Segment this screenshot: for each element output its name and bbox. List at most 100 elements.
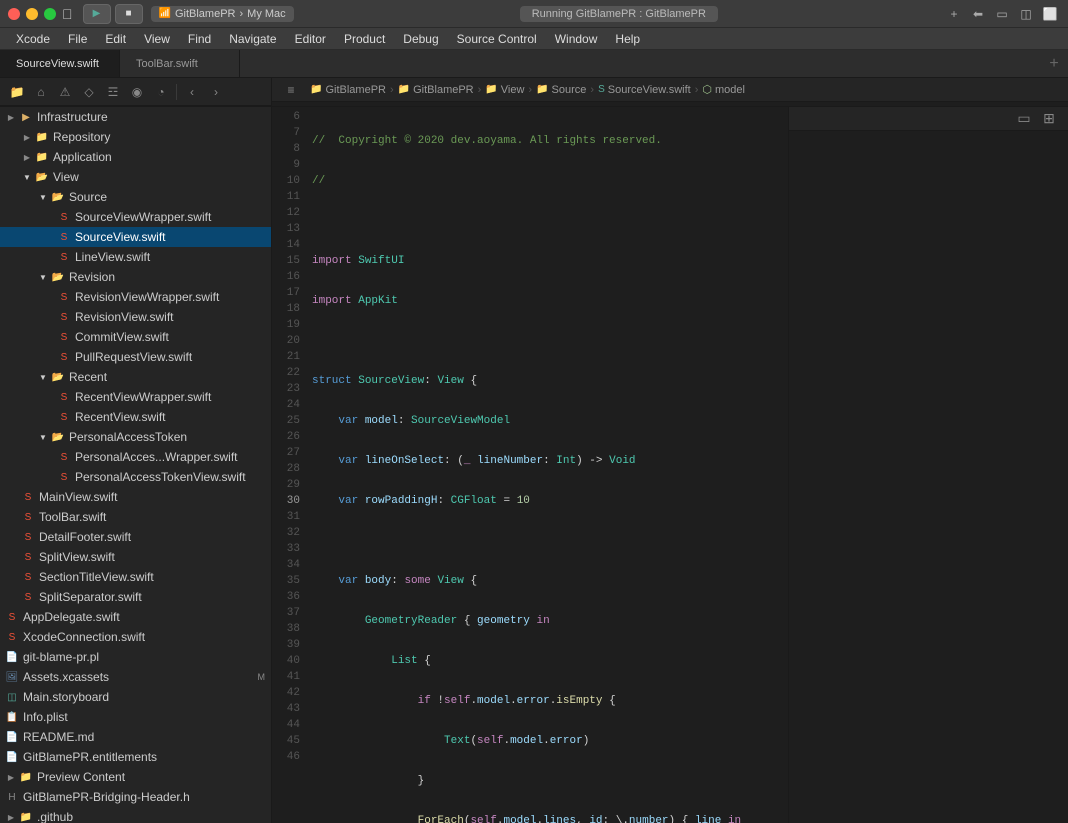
breadcrumb-view[interactable]: 📁 View bbox=[485, 84, 524, 96]
sidebar-item-assets[interactable]: 🖼 Assets.xcassets M bbox=[0, 667, 271, 687]
layout-split-icon[interactable]: ◫ bbox=[1016, 4, 1036, 24]
sidebar-item-mainstoryboard[interactable]: ◫ Main.storyboard bbox=[0, 687, 271, 707]
minimize-button[interactable] bbox=[26, 8, 38, 20]
breadcrumb-gitblamepr-root[interactable]: 📁 GitBlamePR bbox=[310, 84, 386, 96]
sidebar-item-recent[interactable]: ▼ 📂 Recent bbox=[0, 367, 271, 387]
sidebar-item-application[interactable]: ▶ 📁 Application bbox=[0, 147, 271, 167]
menu-source-control[interactable]: Source Control bbox=[449, 30, 545, 48]
menu-edit[interactable]: Edit bbox=[97, 30, 134, 48]
menu-help[interactable]: Help bbox=[607, 30, 648, 48]
run-button[interactable]: ▶ bbox=[83, 4, 111, 24]
sidebar-item-view[interactable]: ▼ 📂 View bbox=[0, 167, 271, 187]
sidebar-item-pullrequestview[interactable]: S PullRequestView.swift bbox=[0, 347, 271, 367]
breadcrumb-source[interactable]: 📁 Source bbox=[536, 84, 586, 96]
breadcrumb-label-6: model bbox=[715, 84, 745, 96]
menu-editor[interactable]: Editor bbox=[287, 30, 334, 48]
nav-debug-icon[interactable]: ☲ bbox=[102, 81, 124, 103]
sidebar-item-revisionview[interactable]: S RevisionView.swift bbox=[0, 307, 271, 327]
sidebar-item-sectiontitleview[interactable]: S SectionTitleView.swift bbox=[0, 567, 271, 587]
sidebar-item-entitlements[interactable]: 📄 GitBlamePR.entitlements bbox=[0, 747, 271, 767]
close-button[interactable] bbox=[8, 8, 20, 20]
nav-breakpoint-icon[interactable]: ◉ bbox=[126, 81, 148, 103]
sidebar-item-revisionviewwrapper[interactable]: S RevisionViewWrapper.swift bbox=[0, 287, 271, 307]
sidebar-item-bridgingheader[interactable]: H GitBlamePR-Bridging-Header.h bbox=[0, 787, 271, 807]
sidebar-item-patview[interactable]: S PersonalAccessTokenView.swift bbox=[0, 467, 271, 487]
sidebar-item-source[interactable]: ▼ 📂 Source bbox=[0, 187, 271, 207]
menu-find[interactable]: Find bbox=[180, 30, 219, 48]
ln-13: 13 bbox=[280, 221, 300, 237]
code-content[interactable]: 6 7 8 9 10 11 12 13 14 15 16 17 18 19 20… bbox=[272, 107, 788, 823]
sidebar-item-appdelegate[interactable]: S AppDelegate.swift bbox=[0, 607, 271, 627]
sidebar-item-xcodeconnection[interactable]: S XcodeConnection.swift bbox=[0, 627, 271, 647]
nav-test-icon[interactable]: ◇ bbox=[78, 81, 100, 103]
arrow-view: ▼ bbox=[20, 170, 34, 184]
sidebar-label-bridgingheader: GitBlamePR-Bridging-Header.h bbox=[23, 790, 190, 804]
layout-full-icon[interactable]: ⬜ bbox=[1040, 4, 1060, 24]
menu-window[interactable]: Window bbox=[547, 30, 606, 48]
sidebar-label-infrastructure: Infrastructure bbox=[37, 110, 108, 124]
sidebar-item-infoplist[interactable]: 📋 Info.plist bbox=[0, 707, 271, 727]
code-line-21: Text(self.model.error) bbox=[308, 733, 788, 749]
tab-sourceview[interactable]: SourceView.swift bbox=[0, 50, 120, 77]
sidebar-item-sourceview[interactable]: S SourceView.swift bbox=[0, 227, 271, 247]
sidebar-item-gitblamepl[interactable]: 📄 git-blame-pr.pl bbox=[0, 647, 271, 667]
fullscreen-button[interactable] bbox=[44, 8, 56, 20]
sidebar-item-github[interactable]: ▶ 📁 .github bbox=[0, 807, 271, 823]
nav-forward-icon[interactable]: › bbox=[205, 81, 227, 103]
menu-file[interactable]: File bbox=[60, 30, 95, 48]
plus-icon[interactable]: + bbox=[944, 4, 964, 24]
sidebar-item-commitview[interactable]: S CommitView.swift bbox=[0, 327, 271, 347]
sidebar-item-pat[interactable]: ▼ 📂 PersonalAccessToken bbox=[0, 427, 271, 447]
menu-product[interactable]: Product bbox=[336, 30, 393, 48]
stop-button[interactable]: ■ bbox=[115, 4, 143, 24]
sidebar-item-mainview[interactable]: S MainView.swift bbox=[0, 487, 271, 507]
nav-jump-icon[interactable]: ≡ bbox=[280, 79, 302, 101]
sidebar-item-recentviewwrapper[interactable]: S RecentViewWrapper.swift bbox=[0, 387, 271, 407]
ln-25: 25 bbox=[280, 413, 300, 429]
sidebar-item-detailfooter[interactable]: S DetailFooter.swift bbox=[0, 527, 271, 547]
sidebar-label-patwrapper: PersonalAcces...Wrapper.swift bbox=[75, 450, 238, 464]
tab-toolbar[interactable]: ToolBar.swift bbox=[120, 50, 240, 77]
tab-add-button[interactable]: + bbox=[1040, 50, 1068, 77]
sidebar-item-toolbar[interactable]: S ToolBar.swift bbox=[0, 507, 271, 527]
nav-warning-icon[interactable]: ⚠ bbox=[54, 81, 76, 103]
nav-search-icon[interactable]: ⌂ bbox=[30, 81, 52, 103]
breadcrumb-gitblamepr-group[interactable]: 📁 GitBlamePR bbox=[398, 84, 474, 96]
code-line-20: if !self.model.error.isEmpty { bbox=[308, 693, 788, 709]
breadcrumb-model[interactable]: ⬡ model bbox=[702, 83, 745, 96]
ln-37: 37 bbox=[280, 605, 300, 621]
sidebar-item-readme[interactable]: 📄 README.md bbox=[0, 727, 271, 747]
menu-view[interactable]: View bbox=[136, 30, 178, 48]
device-info[interactable]: 📶 GitBlamePR › My Mac bbox=[151, 6, 294, 22]
code-text[interactable]: // Copyright © 2020 dev.aoyama. All righ… bbox=[308, 107, 788, 823]
nav-folder-icon[interactable]: 📁 bbox=[6, 81, 28, 103]
sidebar-label-revision: Revision bbox=[69, 270, 115, 284]
sidebar-item-splitseparator[interactable]: S SplitSeparator.swift bbox=[0, 587, 271, 607]
sidebar-item-revision[interactable]: ▼ 📂 Revision bbox=[0, 267, 271, 287]
arrow-github: ▶ bbox=[4, 810, 18, 823]
sidebar-item-lineview[interactable]: S LineView.swift bbox=[0, 247, 271, 267]
sidebar-item-repository[interactable]: ▶ 📁 Repository bbox=[0, 127, 271, 147]
sidebar-item-splitview[interactable]: S SplitView.swift bbox=[0, 547, 271, 567]
editor-layout-grid[interactable]: ⊞ bbox=[1038, 108, 1060, 130]
sidebar-item-infrastructure[interactable]: ▶ ▶ Infrastructure bbox=[0, 107, 271, 127]
sidebar-label-splitseparator: SplitSeparator.swift bbox=[39, 590, 142, 604]
nav-back-icon[interactable]: ‹ bbox=[181, 81, 203, 103]
back-icon[interactable]: ⬅ bbox=[968, 4, 988, 24]
code-line-23: ForEach(self.model.lines, id: \.number) … bbox=[308, 813, 788, 823]
sidebar-item-previewcontent[interactable]: ▶ 📁 Preview Content bbox=[0, 767, 271, 787]
menu-xcode[interactable]: Xcode bbox=[8, 30, 58, 48]
sidebar-item-recentview[interactable]: S RecentView.swift bbox=[0, 407, 271, 427]
menu-debug[interactable]: Debug bbox=[395, 30, 446, 48]
sidebar-label-patview: PersonalAccessTokenView.swift bbox=[75, 470, 246, 484]
nav-report-icon[interactable]: ◔ bbox=[150, 81, 172, 103]
code-line-9: import SwiftUI bbox=[308, 253, 788, 269]
layout-single-icon[interactable]: ▭ bbox=[992, 4, 1012, 24]
editor-layout-single[interactable]: ▭ bbox=[1013, 108, 1035, 130]
ln-42: 42 bbox=[280, 685, 300, 701]
sidebar-item-sourceviewwrapper[interactable]: S SourceViewWrapper.swift bbox=[0, 207, 271, 227]
file-navigator: ▶ ▶ Infrastructure ▶ 📁 Repository ▶ 📁 Ap… bbox=[0, 107, 272, 823]
menu-navigate[interactable]: Navigate bbox=[221, 30, 284, 48]
sidebar-item-patwrapper[interactable]: S PersonalAcces...Wrapper.swift bbox=[0, 447, 271, 467]
breadcrumb-file[interactable]: S SourceView.swift bbox=[598, 84, 691, 96]
